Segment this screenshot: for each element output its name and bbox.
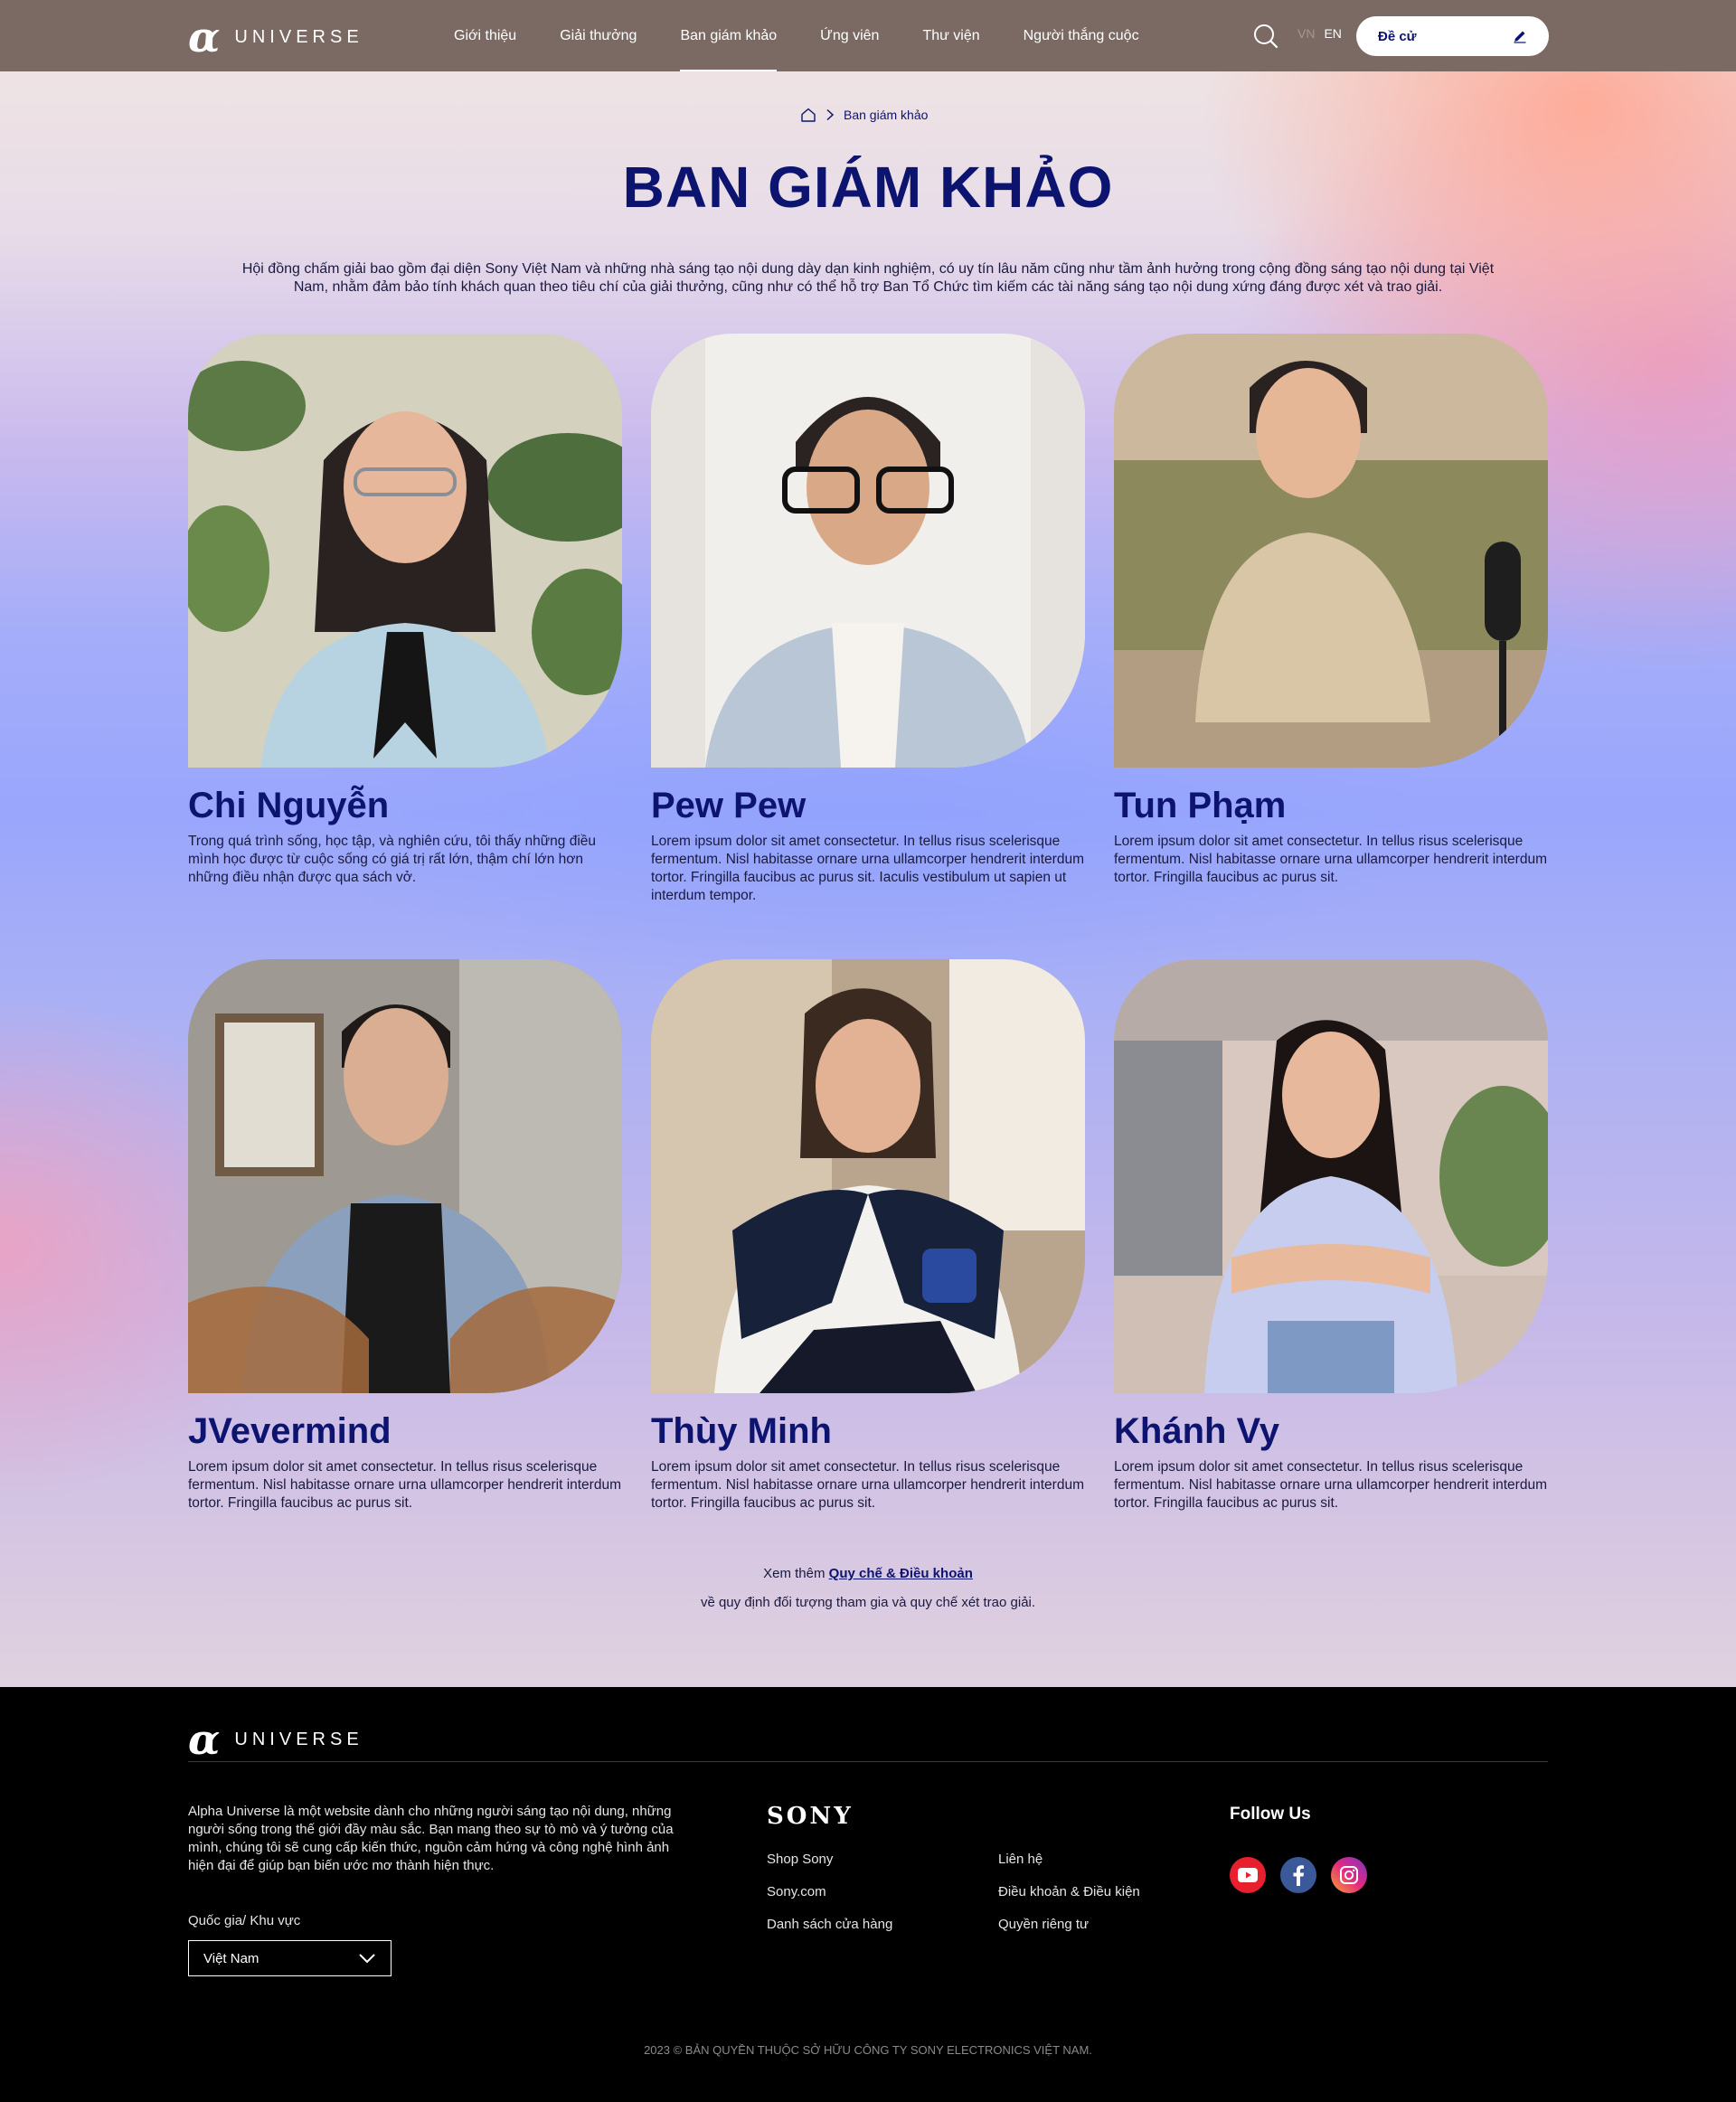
sony-logo[interactable]: SONY: [767, 1803, 854, 1830]
facebook-button[interactable]: [1280, 1857, 1316, 1893]
breadcrumb-current: Ban giám khảo: [844, 108, 929, 122]
language-switcher: VN EN: [1297, 26, 1342, 41]
judge-card[interactable]: Khánh Vy Lorem ipsum dolor sit amet cons…: [1114, 959, 1548, 1513]
chevron-right-icon: [826, 108, 835, 121]
rules-note-prefix: Xem thêm: [763, 1566, 826, 1581]
nav-item-ban-giam-khao[interactable]: Ban giám khảo: [680, 0, 777, 71]
search-icon: [1254, 24, 1278, 49]
region-value: Việt Nam: [203, 1950, 259, 1966]
follow-us-heading: Follow Us: [1230, 1805, 1311, 1824]
judge-card[interactable]: Thùy Minh Lorem ipsum dolor sit amet con…: [651, 959, 1085, 1513]
main-nav: Giới thiệu Giải thưởng Ban giám khảo Ứng…: [454, 0, 1183, 71]
breadcrumb: Ban giám khảo: [800, 107, 928, 123]
judge-name: JVevermind: [188, 1411, 392, 1451]
instagram-button[interactable]: [1331, 1857, 1367, 1893]
judge-name: Chi Nguyễn: [188, 786, 390, 825]
footer-about-text: Alpha Universe là một website dành cho n…: [188, 1804, 674, 1873]
judge-card[interactable]: Tun Phạm Lorem ipsum dolor sit amet cons…: [1114, 334, 1548, 887]
lang-en[interactable]: EN: [1324, 26, 1341, 41]
page-title: BAN GIÁM KHẢO: [622, 155, 1114, 220]
footer-link-privacy[interactable]: Quyền riêng tư: [998, 1917, 1089, 1932]
nav-item-nguoi-thang-cuoc[interactable]: Người thắng cuộc: [1024, 0, 1139, 71]
judge-photo: [651, 959, 1085, 1393]
rules-link[interactable]: Quy chế & Điều khoản: [829, 1566, 973, 1581]
judge-card[interactable]: Chi Nguyễn Trong quá trình sống, học tập…: [188, 334, 622, 887]
top-navigation-bar: α UNIVERSE Giới thiệu Giải thưởng Ban gi…: [0, 0, 1736, 71]
judge-bio: Trong quá trình sống, học tập, và nghiên…: [188, 834, 597, 885]
footer-link-contact[interactable]: Liên hệ: [998, 1852, 1043, 1867]
judge-bio: Lorem ipsum dolor sit amet consectetur. …: [651, 1459, 1084, 1511]
judge-photo: [1114, 334, 1548, 768]
nav-item-giai-thuong[interactable]: Giải thưởng: [560, 0, 637, 71]
nominate-label: Đề cử: [1378, 28, 1417, 44]
chevron-down-icon: [359, 1954, 375, 1964]
judge-name: Thùy Minh: [651, 1411, 832, 1451]
alpha-logo-symbol: α: [188, 1715, 221, 1764]
judge-bio: Lorem ipsum dolor sit amet consectetur. …: [651, 834, 1084, 903]
instagram-icon: [1340, 1866, 1358, 1884]
judge-bio: Lorem ipsum dolor sit amet consectetur. …: [188, 1459, 621, 1511]
judge-name: Tun Phạm: [1114, 786, 1287, 825]
nav-item-thu-vien[interactable]: Thư viện: [922, 0, 979, 71]
judge-bio: Lorem ipsum dolor sit amet consectetur. …: [1114, 1459, 1547, 1511]
rules-note-suffix: về quy định đối tượng tham gia và quy ch…: [700, 1595, 1036, 1610]
footer-logo[interactable]: α UNIVERSE: [188, 1719, 363, 1760]
footer-link-sony-com[interactable]: Sony.com: [767, 1884, 826, 1899]
region-select[interactable]: Việt Nam: [188, 1940, 392, 1976]
lang-vn[interactable]: VN: [1297, 26, 1315, 41]
judge-photo: [188, 334, 622, 768]
judge-card[interactable]: Pew Pew Lorem ipsum dolor sit amet conse…: [651, 334, 1085, 905]
search-button[interactable]: [1252, 23, 1279, 50]
youtube-button[interactable]: [1230, 1857, 1266, 1893]
judge-photo: [1114, 959, 1548, 1393]
alpha-universe-logo[interactable]: α UNIVERSE: [188, 16, 363, 58]
footer-link-shop-sony[interactable]: Shop Sony: [767, 1852, 833, 1867]
footer-link-terms[interactable]: Điều khoản & Điều kiện: [998, 1884, 1140, 1899]
rules-note: Xem thêm Quy chế & Điều khoản: [0, 1566, 1736, 1581]
home-icon[interactable]: [800, 107, 816, 123]
region-label: Quốc gia/ Khu vực: [188, 1913, 301, 1928]
logo-wordmark: UNIVERSE: [234, 26, 363, 47]
youtube-icon: [1238, 1868, 1258, 1882]
alpha-logo-symbol: α: [188, 13, 221, 61]
nominate-button[interactable]: Đề cử: [1356, 16, 1549, 56]
judge-name: Khánh Vy: [1114, 1411, 1279, 1451]
footer-divider: [188, 1761, 1548, 1762]
nav-item-gioi-thieu[interactable]: Giới thiệu: [454, 0, 516, 71]
pen-icon: [1514, 31, 1526, 43]
nav-item-ung-vien[interactable]: Ứng viên: [820, 0, 879, 71]
facebook-icon: [1293, 1865, 1304, 1886]
judge-bio: Lorem ipsum dolor sit amet consectetur. …: [1114, 834, 1547, 885]
judge-photo: [188, 959, 622, 1393]
site-footer: α UNIVERSE Alpha Universe là một website…: [0, 1687, 1736, 2102]
intro-text: Hội đồng chấm giải bao gồm đại diện Sony…: [241, 261, 1495, 295]
copyright-text: 2023 © BẢN QUYỀN THUỘC SỞ HỮU CÔNG TY SO…: [644, 2043, 1092, 2057]
footer-link-store-list[interactable]: Danh sách cửa hàng: [767, 1917, 892, 1932]
judge-photo: [651, 334, 1085, 768]
judge-name: Pew Pew: [651, 786, 807, 825]
logo-wordmark: UNIVERSE: [234, 1729, 363, 1749]
judge-card[interactable]: JVevermind Lorem ipsum dolor sit amet co…: [188, 959, 622, 1513]
